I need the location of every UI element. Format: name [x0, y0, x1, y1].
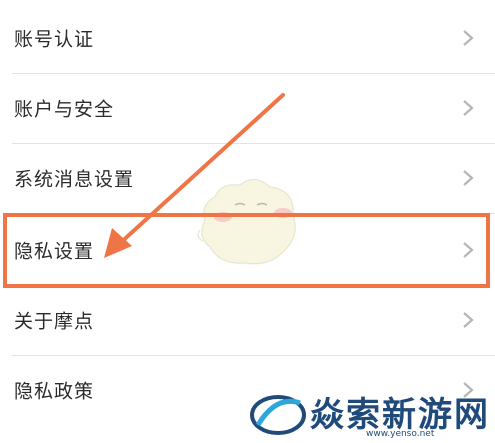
watermark-url: www.yenso.net — [366, 429, 435, 439]
pointer-arrow-icon — [104, 93, 285, 258]
watermark: 焱索新游网 www.yenso.net — [248, 385, 495, 443]
watermark-logo-icon — [250, 395, 306, 435]
